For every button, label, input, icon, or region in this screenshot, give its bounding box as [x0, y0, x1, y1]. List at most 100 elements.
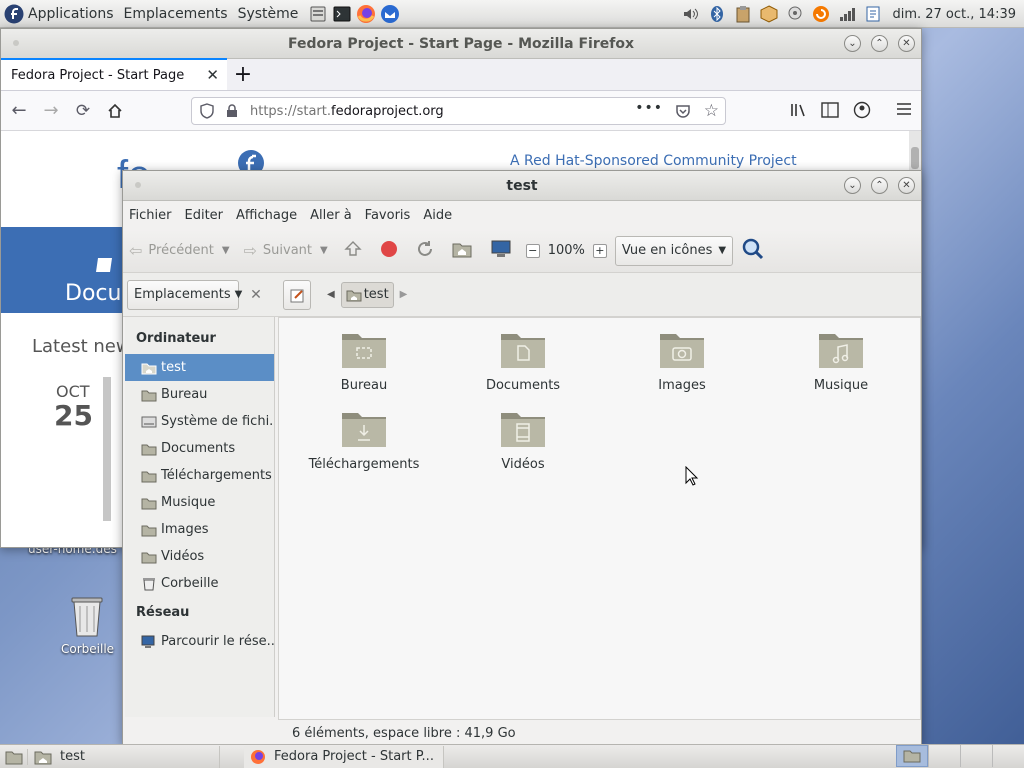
url-text[interactable]: https://start.fedoraproject.org: [250, 104, 444, 119]
scrollbar-thumb[interactable]: [911, 147, 919, 169]
menu-editer[interactable]: Editer: [185, 208, 224, 223]
workspace-3[interactable]: [960, 745, 992, 767]
sidebar-toggle-icon[interactable]: [821, 102, 839, 122]
back-history-dropdown-icon[interactable]: ▼: [222, 245, 230, 256]
file-manager-titlebar[interactable]: test ⌄ ⌃ ✕: [123, 171, 921, 201]
volume-icon[interactable]: [681, 4, 701, 24]
sidebar-item-documents[interactable]: Documents: [125, 435, 274, 462]
updates-icon[interactable]: [811, 4, 831, 24]
menu-affichage[interactable]: Affichage: [236, 208, 297, 223]
breadcrumb-test[interactable]: test: [340, 281, 394, 308]
sidebar-item-browse-network[interactable]: Parcourir le rése...: [125, 628, 274, 655]
minimize-button[interactable]: ⌄: [844, 177, 861, 194]
close-button[interactable]: ✕: [898, 177, 915, 194]
search-icon[interactable]: [741, 237, 765, 265]
workspace-4[interactable]: [992, 745, 1024, 767]
workspace-1[interactable]: [896, 745, 928, 767]
minimize-button[interactable]: ⌄: [844, 35, 861, 52]
window-menu-dot[interactable]: [13, 40, 19, 46]
show-desktop-icon[interactable]: [0, 748, 28, 765]
tracking-shield-icon[interactable]: [200, 103, 216, 119]
sidebar-item-test[interactable]: test: [125, 354, 274, 381]
close-sidebar-icon[interactable]: ✕: [241, 280, 271, 310]
reload-icon[interactable]: ⟳: [69, 97, 97, 125]
places-menu[interactable]: Emplacements: [124, 6, 228, 22]
firefox-titlebar[interactable]: Fedora Project - Start Page - Mozilla Fi…: [1, 29, 921, 59]
tab-close-icon[interactable]: ✕: [206, 66, 219, 84]
clock[interactable]: dim. 27 oct., 14:39: [892, 7, 1016, 22]
menu-fichier[interactable]: Fichier: [129, 208, 172, 223]
back-arrow-icon[interactable]: ←: [5, 97, 33, 125]
places-combo[interactable]: Emplacements ▼: [127, 279, 242, 310]
system-menu[interactable]: Système: [238, 6, 299, 22]
file-item-images[interactable]: Images: [622, 328, 742, 393]
pocket-icon[interactable]: [675, 103, 691, 123]
sidebar-item-filesystem[interactable]: Système de fichi...: [125, 408, 274, 435]
file-item-bureau[interactable]: Bureau: [304, 328, 424, 393]
notes-icon[interactable]: [863, 4, 883, 24]
network-manager-icon[interactable]: [785, 4, 805, 24]
zoom-level[interactable]: 100%: [548, 243, 585, 258]
edit-location-button[interactable]: [283, 279, 311, 310]
url-bar[interactable]: https://start.fedoraproject.org ••• ☆: [191, 97, 726, 125]
bookmark-star-icon[interactable]: ☆: [704, 101, 719, 121]
thunderbird-launcher-icon[interactable]: [380, 4, 400, 24]
applications-menu[interactable]: Applications: [28, 6, 114, 22]
menu-favoris[interactable]: Favoris: [365, 208, 411, 223]
news-card[interactable]: [103, 377, 123, 521]
terminal-launcher-icon[interactable]: [332, 4, 352, 24]
signal-strength-icon[interactable]: [837, 4, 857, 24]
tagline[interactable]: A Red Hat-Sponsored Community Project: [510, 153, 797, 169]
new-tab-button[interactable]: +: [227, 58, 259, 90]
library-icon[interactable]: [789, 101, 807, 123]
file-item-downloads[interactable]: Téléchargements: [304, 407, 424, 472]
lock-icon[interactable]: [226, 104, 240, 118]
package-updater-icon[interactable]: [759, 4, 779, 24]
file-item-musique[interactable]: Musique: [781, 328, 901, 393]
account-icon[interactable]: [853, 101, 871, 123]
sidebar-item-downloads[interactable]: Téléchargements: [125, 462, 274, 489]
file-item-documents[interactable]: Documents: [463, 328, 583, 393]
docs-banner[interactable]: Docu: [1, 227, 123, 313]
reload-icon[interactable]: [416, 240, 434, 262]
menu-aide[interactable]: Aide: [423, 208, 452, 223]
trash-desktop-label[interactable]: Corbeille: [61, 642, 114, 656]
forward-history-dropdown-icon[interactable]: ▼: [320, 245, 328, 256]
home-folder-icon[interactable]: [452, 240, 472, 262]
crumb-left-arrow-icon[interactable]: ◀: [327, 289, 335, 300]
sidebar-item-videos[interactable]: Vidéos: [125, 543, 274, 570]
clipboard-icon[interactable]: [733, 4, 753, 24]
zoom-out-icon[interactable]: −: [525, 243, 540, 258]
sidebar-item-trash[interactable]: Corbeille: [125, 570, 274, 597]
maximize-button[interactable]: ⌃: [871, 177, 888, 194]
tab-fedora-start[interactable]: Fedora Project - Start Page ✕: [1, 58, 227, 90]
view-mode-dropdown[interactable]: Vue en icônes ▼: [614, 235, 734, 266]
hamburger-menu-icon[interactable]: [896, 101, 912, 121]
zoom-in-icon[interactable]: +: [592, 243, 607, 258]
bluetooth-icon[interactable]: [707, 4, 727, 24]
computer-icon[interactable]: [490, 240, 512, 262]
task-firefox[interactable]: Fedora Project - Start P...: [244, 745, 444, 768]
maximize-button[interactable]: ⌃: [871, 35, 888, 52]
menu-aller-a[interactable]: Aller à: [310, 208, 352, 223]
sidebar-item-music[interactable]: Musique: [125, 489, 274, 516]
forward-button[interactable]: ⇨ Suivant: [244, 241, 313, 260]
up-arrow-icon[interactable]: [344, 240, 362, 262]
firefox-launcher-icon[interactable]: [356, 4, 376, 24]
window-menu-dot[interactable]: [135, 182, 141, 188]
trash-desktop-icon[interactable]: [66, 592, 108, 642]
sidebar-item-images[interactable]: Images: [125, 516, 274, 543]
stop-icon[interactable]: [380, 240, 398, 262]
back-button[interactable]: ⇦ Précédent: [129, 241, 214, 260]
home-icon[interactable]: [101, 97, 129, 125]
forward-arrow-icon[interactable]: →: [37, 97, 65, 125]
task-file-manager[interactable]: test: [28, 745, 220, 768]
crumb-right-arrow-icon[interactable]: ▶: [400, 289, 408, 300]
page-actions-icon[interactable]: •••: [635, 100, 663, 116]
file-item-videos[interactable]: Vidéos: [463, 407, 583, 472]
fedora-logo-icon[interactable]: [4, 4, 24, 24]
file-manager-launcher-icon[interactable]: [308, 4, 328, 24]
workspace-2[interactable]: [928, 745, 960, 767]
close-button[interactable]: ✕: [898, 35, 915, 52]
sidebar-item-bureau[interactable]: Bureau: [125, 381, 274, 408]
